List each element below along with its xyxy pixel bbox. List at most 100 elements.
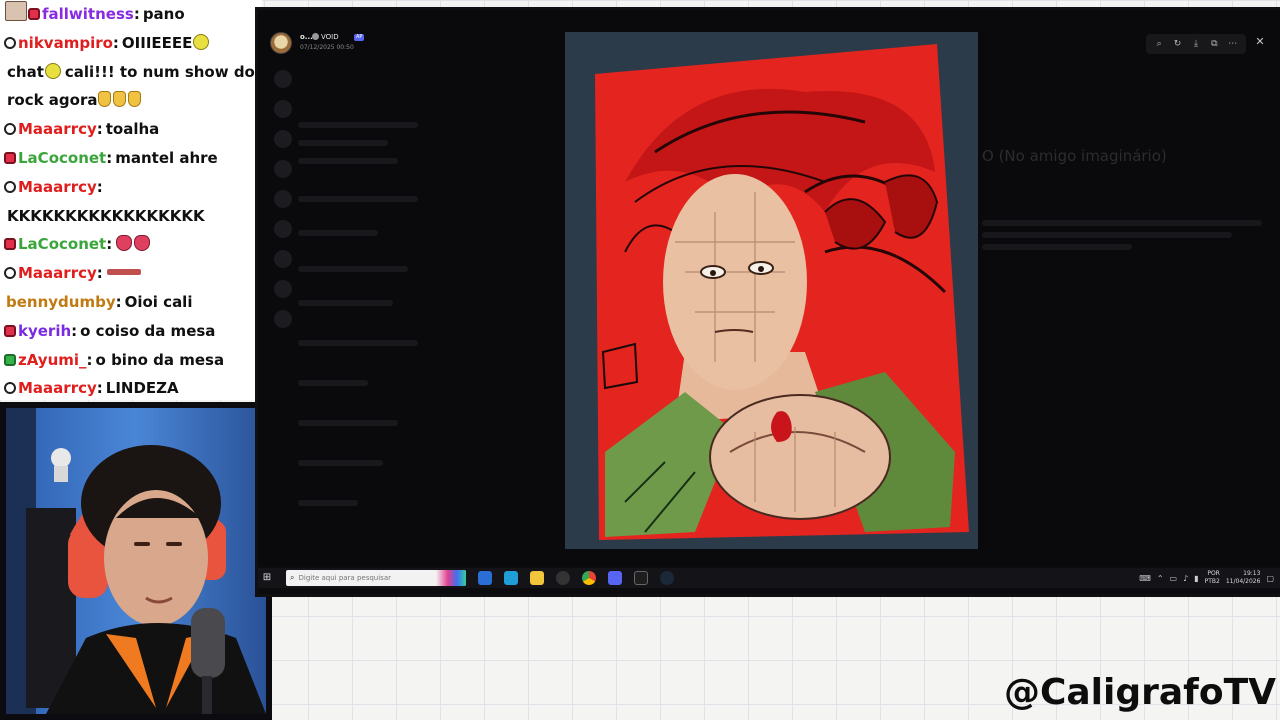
zoom-icon[interactable]: ⌕ bbox=[1154, 39, 1164, 49]
rotate-icon[interactable]: ↻ bbox=[1173, 39, 1183, 49]
chat-message: fallwitness: pano bbox=[0, 0, 262, 29]
chat-message: LaCoconet: bbox=[0, 230, 262, 259]
search-input[interactable] bbox=[298, 574, 449, 582]
chat-username[interactable]: Maaarrcy bbox=[18, 178, 97, 196]
viewer-username[interactable]: o... bbox=[300, 33, 313, 41]
hand-emote bbox=[113, 91, 127, 108]
taskbar-app-terminal[interactable] bbox=[634, 571, 648, 585]
chat-username[interactable]: nikvampiro bbox=[18, 34, 113, 52]
smile-emote bbox=[193, 33, 210, 50]
chat-username[interactable]: zAyumi_ bbox=[18, 351, 87, 369]
battery-icon[interactable]: ▮ bbox=[1194, 574, 1198, 583]
viewer-server: VOID bbox=[312, 33, 339, 41]
pink-emote bbox=[116, 235, 133, 252]
chat-separator: : bbox=[96, 379, 103, 398]
background-post-title: O (No amigo imaginário) bbox=[982, 147, 1167, 165]
chat-badge-icon bbox=[4, 353, 16, 366]
chat-text: Oioi cali bbox=[124, 292, 193, 311]
dash-emote bbox=[106, 269, 141, 276]
chat-separator: : bbox=[86, 350, 93, 369]
tray-language-code: POR bbox=[1207, 570, 1220, 577]
chat-message: Maaarrcy: toalha bbox=[0, 115, 262, 144]
chat-badge-icon bbox=[4, 267, 16, 280]
chat-separator: : bbox=[115, 292, 122, 311]
chat-message: Maaarrcy: bbox=[0, 259, 262, 288]
smile-emote bbox=[44, 62, 61, 79]
chat-separator: : bbox=[71, 321, 78, 340]
chat-text: cali!!! to num show do bbox=[64, 62, 255, 81]
chat-separator: : bbox=[96, 120, 103, 139]
chat-separator: : bbox=[106, 148, 113, 167]
chat-text: mantel ahre bbox=[115, 148, 218, 167]
network-icon[interactable]: ▭ bbox=[1170, 574, 1178, 583]
chat-message: chat cali!!! to num show do bbox=[0, 58, 262, 87]
chat-text: chat bbox=[7, 62, 44, 81]
chat-separator: : bbox=[112, 33, 119, 52]
close-icon[interactable]: ✕ bbox=[1254, 36, 1266, 48]
chat-overlay: fallwitness: pano nikvampiro: OIIIEEEE chat c… bbox=[0, 0, 262, 400]
taskbar-app-obs[interactable] bbox=[556, 571, 570, 585]
chat-username[interactable]: Maaarrcy bbox=[18, 120, 97, 138]
server-name: VOID bbox=[321, 33, 339, 41]
taskbar-app-discord[interactable] bbox=[608, 571, 622, 585]
taskbar-app-explorer[interactable] bbox=[530, 571, 544, 585]
chat-message: zAyumi_: o bino da mesa bbox=[0, 346, 262, 375]
search-icon: ⌕ bbox=[290, 573, 295, 582]
more-icon[interactable]: ⋯ bbox=[1228, 39, 1238, 49]
tray-language-layout: PTB2 bbox=[1204, 578, 1220, 585]
chat-text: KKKKKKKKKKKKKKKKK bbox=[7, 206, 205, 225]
server-list bbox=[264, 70, 294, 550]
chat-badge-icon bbox=[4, 123, 16, 136]
chat-message: bennydumby: Oioi cali bbox=[0, 288, 262, 317]
taskbar-search[interactable]: ⌕ bbox=[286, 570, 466, 586]
chat-text: toalha bbox=[105, 120, 160, 139]
webcam-feed bbox=[0, 402, 272, 720]
chat-username[interactable]: Maaarrcy bbox=[18, 379, 97, 397]
keyboard-icon[interactable]: ⌨ bbox=[1139, 574, 1151, 583]
channel-handle: @CaligrafoTV bbox=[1003, 672, 1276, 713]
chat-username[interactable]: LaCoconet bbox=[18, 149, 106, 167]
taskbar-app-store[interactable] bbox=[478, 571, 492, 585]
chat-text: o bino da mesa bbox=[95, 350, 225, 369]
chat-username[interactable]: kyerih bbox=[18, 322, 71, 340]
volume-icon[interactable]: ♪ bbox=[1183, 574, 1188, 583]
start-icon[interactable]: ⊞ bbox=[258, 568, 276, 588]
chat-username[interactable]: fallwitness bbox=[42, 5, 134, 23]
windows-taskbar: ⊞ ⌕ ⌨ ⌃ ▭ ♪ ▮ PORPTB2 19:1311/04/2026 ▢ bbox=[258, 568, 1280, 588]
chat-text: LINDEZA bbox=[105, 379, 179, 398]
chevron-up-icon[interactable]: ⌃ bbox=[1157, 574, 1164, 583]
chat-badge-icon bbox=[4, 36, 16, 49]
notification-icon[interactable]: ▢ bbox=[1266, 574, 1274, 583]
pink-emote bbox=[134, 235, 151, 252]
download-icon[interactable]: ⤓ bbox=[1191, 39, 1201, 49]
chat-username[interactable]: bennydumby bbox=[6, 293, 116, 311]
server-tag-badge: AP bbox=[354, 34, 365, 41]
viewer-timestamp: 07/12/2025 00:50 bbox=[300, 44, 354, 51]
tray-date: 11/04/2026 bbox=[1225, 578, 1261, 585]
taskbar-app-steam[interactable] bbox=[660, 571, 674, 585]
chat-separator: : bbox=[106, 235, 113, 254]
search-highlight-image bbox=[436, 570, 466, 586]
chat-username[interactable]: LaCoconet bbox=[18, 235, 106, 253]
hand-emote bbox=[128, 91, 142, 108]
chat-message: nikvampiro: OIIIEEEE bbox=[0, 29, 262, 58]
chat-badge-icon bbox=[28, 8, 40, 20]
open-icon[interactable]: ⧉ bbox=[1209, 39, 1219, 49]
chat-message: rock agora bbox=[0, 86, 262, 115]
tray-clock[interactable]: 19:13 11/04/2026 bbox=[1226, 570, 1261, 586]
chat-badge-icon bbox=[4, 382, 16, 395]
chat-separator: : bbox=[96, 264, 103, 283]
chat-text: o coiso da mesa bbox=[80, 321, 216, 340]
chat-text: OIIIEEEE bbox=[121, 33, 193, 52]
chat-badge-icon bbox=[4, 151, 16, 164]
server-icon bbox=[312, 33, 319, 40]
chat-username[interactable]: Maaarrcy bbox=[18, 264, 97, 282]
taskbar-app-edge[interactable] bbox=[504, 571, 518, 585]
system-tray: ⌨ ⌃ ▭ ♪ ▮ POR PTB2 19:13 11/04/2026 ▢ bbox=[1139, 570, 1280, 586]
taskbar-app-chrome[interactable] bbox=[582, 571, 596, 585]
photo-emote bbox=[5, 1, 27, 21]
artwork-drawing bbox=[565, 32, 978, 549]
image-viewer-toolbar: ⌕ ↻ ⤓ ⧉ ⋯ bbox=[1146, 34, 1246, 54]
avatar[interactable] bbox=[270, 32, 292, 54]
tray-language[interactable]: POR PTB2 bbox=[1205, 570, 1220, 586]
